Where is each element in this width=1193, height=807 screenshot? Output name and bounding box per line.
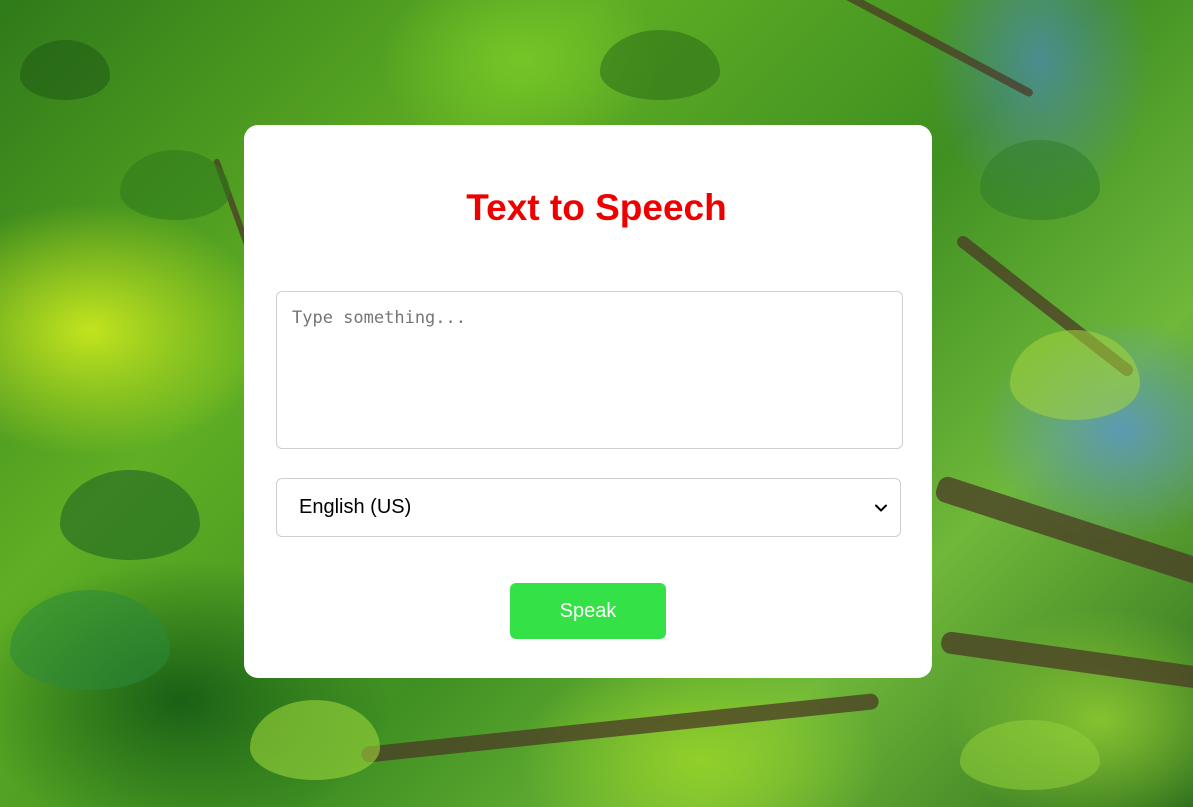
background-leaf [1010, 330, 1140, 420]
background-leaf [250, 700, 380, 780]
background-leaf [20, 40, 110, 100]
background-leaf [60, 470, 200, 560]
background-branch [765, 0, 1035, 98]
language-select-value: English (US) [299, 496, 412, 518]
speak-button[interactable]: Speak [510, 583, 666, 639]
chevron-down-icon [874, 501, 888, 515]
background-branch [933, 474, 1193, 592]
background-leaf [10, 590, 170, 690]
background-branch [939, 630, 1193, 692]
language-select[interactable]: English (US) [276, 478, 901, 537]
background-leaf [960, 720, 1100, 790]
background-leaf [600, 30, 720, 100]
page-title: Text to Speech [466, 187, 727, 228]
background-branch [360, 692, 880, 764]
text-input[interactable] [276, 291, 903, 449]
